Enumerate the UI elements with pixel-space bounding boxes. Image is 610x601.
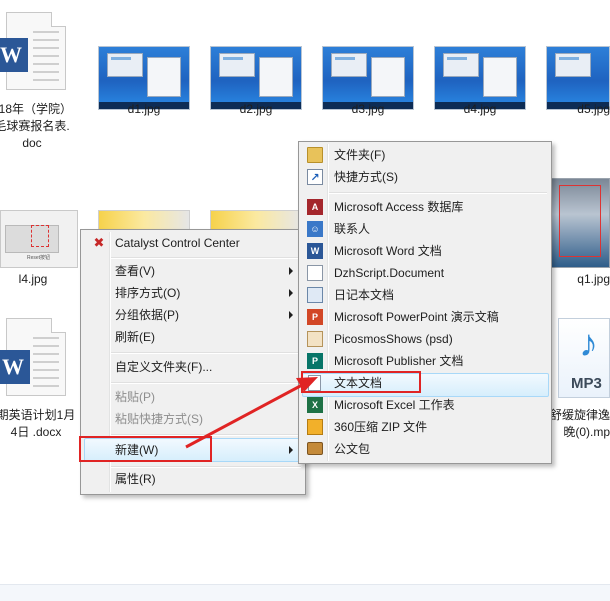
menu-item-view[interactable]: 查看(V) (83, 260, 301, 282)
new-submenu: 文件夹(F) ↗ 快捷方式(S) A Microsoft Access 数据库 … (298, 141, 552, 464)
file-label-line3: doc (22, 136, 42, 150)
file-label-line1: 期英语计划1月 (0, 408, 76, 422)
file-label-line1: 舒缓旋律逸 (549, 408, 610, 422)
contact-icon: ☺ (307, 221, 323, 237)
status-strip (0, 584, 610, 601)
music-note-icon: ♪ (579, 323, 598, 365)
thumbnail-caption: Reset按钮 (27, 255, 51, 261)
submenu-item-shortcut[interactable]: ↗ 快捷方式(S) (301, 166, 547, 188)
menu-item-refresh[interactable]: 刷新(E) (83, 326, 301, 348)
zip-icon (307, 419, 323, 435)
submenu-item-access[interactable]: A Microsoft Access 数据库 (301, 196, 547, 218)
menu-item-sort[interactable]: 排序方式(O) (83, 282, 301, 304)
menu-item-catalyst[interactable]: ✖ Catalyst Control Center (83, 232, 301, 254)
submenu-item-publisher[interactable]: P Microsoft Publisher 文档 (301, 350, 547, 372)
file-label: d4.jpg (463, 102, 497, 116)
publisher-icon: P (307, 353, 323, 369)
word-icon: W (0, 38, 28, 72)
journal-icon (307, 287, 323, 303)
menu-item-label: 查看(V) (115, 264, 155, 278)
image-thumbnail (548, 178, 610, 268)
catalyst-icon: ✖ (93, 235, 105, 250)
submenu-item-label: Microsoft Publisher 文档 (334, 354, 464, 368)
folder-icon (307, 147, 323, 163)
file-label-line1: 018年（学院） (0, 102, 73, 116)
briefcase-icon (307, 442, 323, 455)
submenu-item-dzhscript[interactable]: DzhScript.Document (301, 262, 547, 284)
script-icon (307, 265, 323, 281)
submenu-item-word[interactable]: W Microsoft Word 文档 (301, 240, 547, 262)
annotation-box-text-document (301, 371, 421, 393)
menu-item-customize-folder[interactable]: 自定义文件夹(F)... (83, 356, 301, 378)
submenu-item-label: Microsoft Access 数据库 (334, 200, 464, 214)
submenu-arrow-icon (289, 311, 293, 319)
menu-item-label: 自定义文件夹(F)... (115, 360, 213, 374)
word-icon: W (307, 243, 323, 259)
file-label: d1.jpg (127, 102, 161, 116)
menu-item-paste[interactable]: 粘贴(P) (83, 386, 301, 408)
submenu-item-label: Microsoft Word 文档 (334, 244, 442, 258)
excel-icon: X (307, 397, 323, 413)
submenu-item-folder[interactable]: 文件夹(F) (301, 144, 547, 166)
submenu-item-label: 快捷方式(S) (334, 170, 398, 184)
mp3-label: MP3 (571, 375, 602, 392)
submenu-item-label: 日记本文档 (334, 288, 395, 302)
file-label: l4.jpg (18, 272, 48, 286)
submenu-item-briefcase[interactable]: 公文包 (301, 438, 547, 460)
image-thumbnail: Reset按钮 (0, 210, 78, 268)
submenu-item-journal[interactable]: 日记本文档 (301, 284, 547, 306)
shortcut-icon: ↗ (307, 169, 323, 185)
submenu-item-excel[interactable]: X Microsoft Excel 工作表 (301, 394, 547, 416)
powerpoint-icon: P (307, 309, 323, 325)
access-icon: A (307, 199, 323, 215)
menu-item-label: 刷新(E) (115, 330, 155, 344)
menu-item-label: 排序方式(O) (115, 286, 181, 300)
file-label-line2: 毛球赛报名表. (0, 119, 70, 133)
file-label: d5.jpg (577, 102, 610, 116)
submenu-item-label: 联系人 (334, 222, 371, 236)
submenu-item-powerpoint[interactable]: P Microsoft PowerPoint 演示文稿 (301, 306, 547, 328)
menu-item-paste-shortcut[interactable]: 粘贴快捷方式(S) (83, 408, 301, 430)
menu-item-label: 粘贴(P) (115, 390, 155, 404)
file-label: q1.jpg (577, 272, 610, 286)
submenu-arrow-icon (289, 267, 293, 275)
file-label: d3.jpg (351, 102, 385, 116)
submenu-item-contact[interactable]: ☺ 联系人 (301, 218, 547, 240)
word-icon: W (0, 350, 30, 384)
submenu-item-label: 公文包 (334, 442, 371, 456)
submenu-item-label: 文件夹(F) (334, 148, 386, 162)
submenu-arrow-icon (289, 446, 293, 454)
submenu-item-label: Microsoft PowerPoint 演示文稿 (334, 310, 499, 324)
submenu-item-label: PicosmosShows (psd) (334, 332, 453, 346)
file-label-line2: 晚(0).mp (563, 425, 610, 439)
menu-item-properties[interactable]: 属性(R) (83, 468, 301, 490)
submenu-arrow-icon (289, 289, 293, 297)
file-label: d2.jpg (239, 102, 273, 116)
audio-file-icon: ♪ MP3 (558, 318, 610, 398)
menu-item-label: Catalyst Control Center (115, 236, 240, 250)
annotation-box-new (79, 436, 212, 462)
menu-item-group[interactable]: 分组依据(P) (83, 304, 301, 326)
submenu-item-label: DzhScript.Document (334, 266, 445, 280)
menu-item-label: 粘贴快捷方式(S) (115, 412, 203, 426)
submenu-item-label: 360压缩 ZIP 文件 (334, 420, 428, 434)
submenu-item-psd[interactable]: PicosmosShows (psd) (301, 328, 547, 350)
submenu-item-label: Microsoft Excel 工作表 (334, 398, 455, 412)
submenu-item-zip[interactable]: 360压缩 ZIP 文件 (301, 416, 547, 438)
menu-item-label: 属性(R) (115, 472, 156, 486)
file-label-line2: 4日 .docx (10, 425, 62, 439)
menu-item-label: 分组依据(P) (115, 308, 179, 322)
psd-icon (307, 331, 323, 347)
